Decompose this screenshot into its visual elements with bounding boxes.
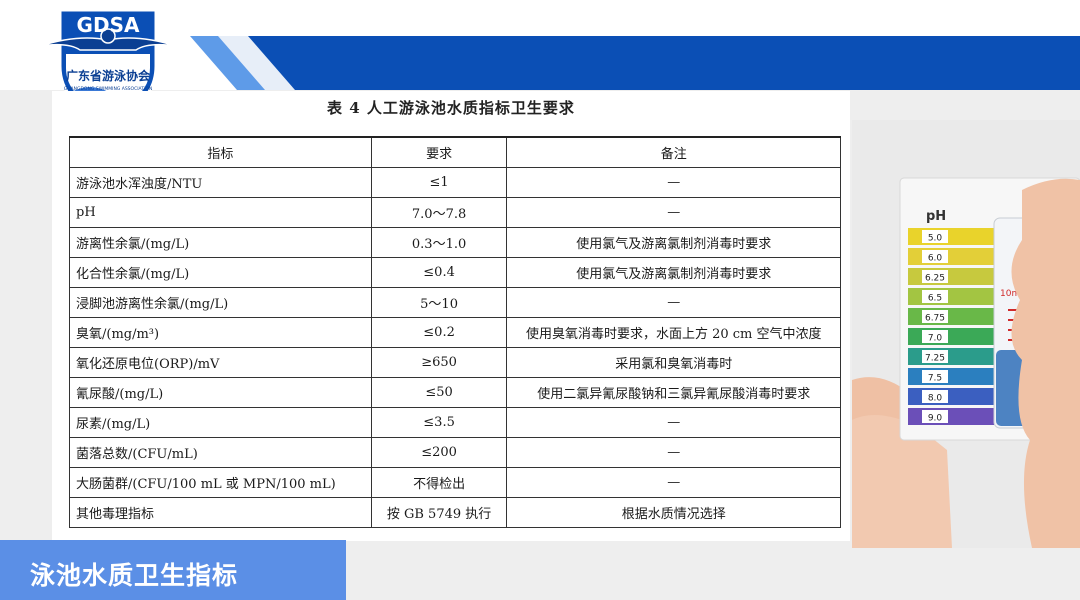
- cell-indicator: 尿素/(mg/L): [69, 407, 372, 438]
- table-row: 菌落总数/(CFU/mL) ≤200—: [69, 437, 841, 468]
- cell-indicator: 大肠菌群/(CFU/100 mL 或 MPN/100 mL): [69, 467, 372, 498]
- ph-swatch: [908, 348, 994, 365]
- table-row: 臭氧/(mg/m³) ≤0.2 使用臭氧消毒时要求，水面上方 20 cm 空气中浓度: [69, 317, 841, 348]
- ph-swatch: [908, 388, 994, 405]
- cell-indicator: 其他毒理指标: [69, 497, 372, 528]
- header-requirement: 要求: [370, 136, 508, 168]
- cell-indicator: 化合性余氯/(mg/L): [69, 257, 372, 288]
- cell-remark: 使用氯气及游离氯制剂消毒时要求: [506, 257, 841, 288]
- header-banner: [190, 36, 1080, 90]
- standard-document: 表 4 人工游泳池水质指标卫生要求 指标 要求 备注 游泳池水浑浊度/NTU ≤1…: [52, 91, 850, 541]
- ph-swatch: [908, 328, 994, 345]
- water-quality-table: 指标 要求 备注 游泳池水浑浊度/NTU ≤1— pH 7.0～7.8— 游离性余氯/(…: [69, 136, 841, 528]
- cell-requirement: 0.3～1.0: [370, 227, 508, 258]
- footer-bar: 泳池水质卫生指标: [0, 540, 346, 600]
- table-row: 氰尿酸/(mg/L) ≤50 使用二氯异氰尿酸钠和三氯异氰尿酸消毒时要求: [69, 377, 841, 408]
- cell-indicator: 浸脚池游离性余氯/(mg/L): [69, 287, 372, 318]
- cell-remark: 使用臭氧消毒时要求，水面上方 20 cm 空气中浓度: [506, 317, 841, 348]
- ph-swatch-value: 6.25: [925, 274, 945, 284]
- cell-requirement: ≤50: [370, 377, 508, 408]
- table-row: pH 7.0～7.8—: [69, 197, 841, 228]
- cell-remark: 采用氯和臭氧消毒时: [506, 347, 841, 378]
- ph-swatch-value: 5.0: [928, 234, 943, 244]
- banner-main-stripe: [208, 36, 1080, 90]
- cell-remark: —: [506, 467, 841, 498]
- table-row: 氧化还原电位(ORP)/mV ≥650 采用氯和臭氧消毒时: [69, 347, 841, 378]
- ph-swatch-value: 7.25: [925, 354, 945, 364]
- cell-requirement: 7.0～7.8: [370, 197, 508, 228]
- ph-swatch-value: 6.0: [928, 254, 943, 264]
- cell-indicator: 臭氧/(mg/m³): [69, 317, 372, 348]
- table-title: 表 4 人工游泳池水质指标卫生要求: [327, 99, 575, 117]
- ph-swatch: [908, 228, 994, 245]
- cell-indicator: 菌落总数/(CFU/mL): [69, 437, 372, 468]
- table-row: 大肠菌群/(CFU/100 mL 或 MPN/100 mL) 不得检出 —: [69, 467, 841, 498]
- ph-swatch-value: 6.5: [928, 294, 942, 304]
- header-remark: 备注: [506, 136, 841, 168]
- logo-name-cn: 广东省游泳协会: [66, 68, 151, 83]
- logo-acronym: GDSA: [77, 13, 140, 37]
- cell-indicator: pH: [69, 197, 372, 228]
- cell-requirement: ≤3.5: [370, 407, 508, 438]
- cell-remark: 使用二氯异氰尿酸钠和三氯异氰尿酸消毒时要求: [506, 377, 841, 408]
- ph-swatch-value: 9.0: [928, 414, 943, 424]
- cell-remark: —: [506, 197, 841, 228]
- ph-swatch: [908, 288, 994, 305]
- cell-indicator: 游离性余氯/(mg/L): [69, 227, 372, 258]
- cell-remark: 使用氯气及游离氯制剂消毒时要求: [506, 227, 841, 258]
- cell-indicator: 游泳池水浑浊度/NTU: [69, 167, 372, 198]
- ph-swatch-value: 6.75: [925, 314, 945, 324]
- header-indicator: 指标: [69, 136, 372, 168]
- table-row: 尿素/(mg/L) ≤3.5—: [69, 407, 841, 438]
- ph-swatch-value: 7.0: [928, 334, 943, 344]
- cell-requirement: ≤1: [370, 167, 508, 198]
- ph-card-label: pH: [926, 209, 946, 224]
- table-row: 游离性余氯/(mg/L) 0.3～1.0 使用氯气及游离氯制剂消毒时要求: [69, 227, 841, 258]
- table-row: 其他毒理指标按 GB 5749 执行 根据水质情况选择: [69, 497, 841, 528]
- table-row: 化合性余氯/(mg/L) ≤0.4 使用氯气及游离氯制剂消毒时要求: [69, 257, 841, 288]
- cell-remark: 根据水质情况选择: [506, 497, 841, 528]
- cell-requirement: 不得检出: [370, 467, 508, 498]
- cell-indicator: 氰尿酸/(mg/L): [69, 377, 372, 408]
- cell-requirement: ≤0.2: [370, 317, 508, 348]
- table-header-row: 指标 要求 备注: [69, 136, 841, 168]
- ph-swatch: [908, 368, 994, 385]
- ph-test-kit-illustration: pH 5.06.06.256.56.757.07.257.58.09.0 10m…: [852, 120, 1080, 548]
- cell-remark: —: [506, 437, 841, 468]
- cell-requirement: 按 GB 5749 执行: [370, 497, 508, 528]
- slide-title: 泳池水质卫生指标: [30, 561, 239, 590]
- table-row: 游泳池水浑浊度/NTU ≤1—: [69, 167, 841, 198]
- cell-indicator: 氧化还原电位(ORP)/mV: [69, 347, 372, 378]
- ph-swatch: [908, 408, 994, 425]
- cell-remark: —: [506, 167, 841, 198]
- ph-test-kit-photo: pH 5.0 6.0 6.25 6.5 6.75 7.0 7.25 7.5 8.0 9.0 10m…: [852, 120, 1080, 548]
- cell-requirement: ≥650: [370, 347, 508, 378]
- ph-swatch-value: 7.5: [928, 374, 942, 384]
- ph-swatch: [908, 308, 994, 325]
- cell-requirement: ≤0.4: [370, 257, 508, 288]
- ph-swatch-value: 8.0: [928, 394, 943, 404]
- cell-remark: —: [506, 287, 841, 318]
- ph-swatch: [908, 268, 994, 285]
- cell-requirement: 5～10: [370, 287, 508, 318]
- ph-swatch: [908, 248, 994, 265]
- cell-remark: —: [506, 407, 841, 438]
- table-row: 浸脚池游离性余氯/(mg/L) 5～10—: [69, 287, 841, 318]
- cell-requirement: ≤200: [370, 437, 508, 468]
